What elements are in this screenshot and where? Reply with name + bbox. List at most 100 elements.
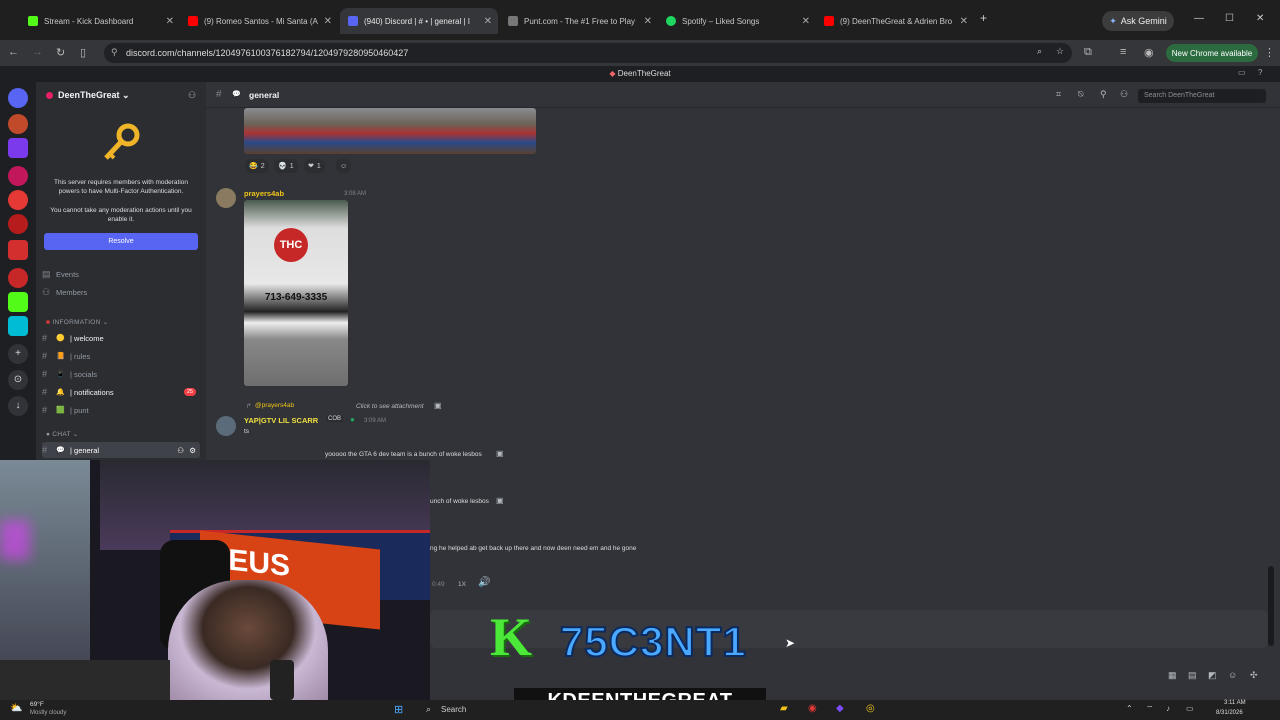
channel-welcome[interactable]: # 🟡 | welcome	[42, 330, 200, 346]
username[interactable]: prayers4ab	[244, 189, 284, 198]
threads-icon[interactable]: ⌗	[1056, 89, 1061, 100]
search-input[interactable]: Search DeenTheGreat	[1138, 89, 1266, 103]
url-bar[interactable]: ⚲ discord.com/channels/12049761003761827…	[104, 43, 1072, 63]
gif-icon[interactable]: ▤	[1188, 670, 1197, 681]
taskbar-search[interactable]: Search	[441, 705, 466, 714]
tab-youtube-deen[interactable]: (9) DeenTheGreat & Adrien Bro ✕	[816, 8, 974, 34]
tab-kick-dashboard[interactable]: Stream - Kick Dashboard ✕	[20, 8, 180, 34]
chrome-icon[interactable]: ◉	[808, 703, 817, 714]
close-icon[interactable]: ✕	[802, 16, 810, 27]
channel-socials[interactable]: # 📱 | socials	[42, 366, 200, 382]
add-reaction-button[interactable]: ☺	[336, 159, 352, 173]
add-server-icon[interactable]: +	[8, 344, 28, 364]
bookmark-star-icon[interactable]: ☆	[1056, 46, 1064, 57]
gear-icon[interactable]: ⚙	[189, 446, 196, 455]
clock-date[interactable]: 8/31/2026	[1216, 710, 1243, 716]
tab-youtube-romeo[interactable]: (9) Romeo Santos - Mi Santa (A ✕	[180, 8, 338, 34]
app-icon[interactable]: ◎	[866, 703, 875, 714]
image-attachment[interactable]	[244, 108, 536, 154]
extensions-icon[interactable]: ⧉	[1084, 46, 1092, 59]
explore-icon[interactable]: ⊙	[8, 370, 28, 390]
member-list-icon[interactable]: ⚇	[1120, 89, 1128, 100]
apps-icon[interactable]: ✣	[1250, 670, 1258, 681]
add-member-icon[interactable]: ⚇	[188, 90, 196, 101]
new-chrome-available-button[interactable]: New Chrome available	[1166, 44, 1258, 62]
server-icon[interactable]	[8, 240, 28, 260]
back-icon[interactable]: ←	[8, 46, 19, 58]
battery-icon[interactable]: ▭	[1186, 704, 1194, 713]
file-explorer-icon[interactable]: ▰	[780, 703, 788, 714]
reaction[interactable]: 💀 1	[274, 159, 298, 173]
scrollbar[interactable]	[1268, 566, 1274, 646]
category-information[interactable]: ■ INFORMATION ⌄	[46, 318, 109, 326]
close-icon[interactable]: ✕	[644, 16, 652, 27]
server-icon[interactable]	[8, 114, 28, 134]
avatar[interactable]	[216, 416, 236, 436]
download-icon[interactable]: ↓	[8, 396, 28, 416]
site-info-icon[interactable]: ⚲	[111, 47, 118, 58]
tab-label: Punt.com - The #1 Free to Play	[524, 16, 636, 26]
server-icon[interactable]	[8, 138, 28, 158]
minimize-icon[interactable]: —	[1194, 13, 1204, 24]
media-icon[interactable]: ≡	[1120, 46, 1126, 58]
channel-notifications[interactable]: # 🔔 | notifications 25	[42, 384, 200, 400]
image-attachment[interactable]: THC 713-649-3335	[244, 200, 348, 386]
server-icon[interactable]	[8, 214, 28, 234]
reply-username[interactable]: @prayers4ab	[255, 402, 294, 409]
new-tab-icon[interactable]: +	[980, 11, 987, 25]
server-icon[interactable]	[8, 166, 28, 186]
sticker-icon[interactable]: ◩	[1208, 670, 1217, 681]
close-icon[interactable]: ✕	[484, 16, 492, 27]
close-icon[interactable]: ✕	[166, 16, 174, 27]
inbox-icon[interactable]: ▭	[1238, 68, 1246, 77]
emoji-icon[interactable]: ☺	[1228, 670, 1237, 680]
app-icon[interactable]: ◆	[836, 703, 844, 714]
clock-time[interactable]: 3:11 AM	[1224, 700, 1246, 706]
nav-events[interactable]: ▤ Events	[42, 266, 200, 282]
maximize-icon[interactable]: ☐	[1225, 13, 1234, 24]
ask-gemini-button[interactable]: ✦ Ask Gemini	[1102, 11, 1174, 31]
reaction[interactable]: ❤ 1	[304, 159, 325, 173]
resolve-button[interactable]: Resolve	[44, 233, 198, 250]
windows-start-icon[interactable]: ⊞	[394, 703, 403, 716]
playback-speed[interactable]: 1X	[458, 581, 466, 588]
tab-punt[interactable]: Punt.com - The #1 Free to Play ✕	[500, 8, 658, 34]
invite-icon[interactable]: ⚇	[177, 446, 184, 455]
volume-icon[interactable]: 🔊	[478, 577, 490, 588]
help-icon[interactable]: ?	[1258, 68, 1262, 77]
tab-spotify[interactable]: Spotify – Liked Songs ✕	[658, 8, 816, 34]
message-input[interactable]	[430, 610, 1268, 648]
channel-punt[interactable]: # 🟩 | punt	[42, 402, 200, 418]
server-icon[interactable]	[8, 88, 28, 108]
speaker-icon[interactable]: ♪	[1166, 704, 1170, 713]
server-icon[interactable]	[8, 190, 28, 210]
side-panel-icon[interactable]: ▯	[80, 46, 86, 59]
channel-general[interactable]: # 💬 | general ⚇ ⚙	[42, 442, 200, 458]
avatar[interactable]	[216, 188, 236, 208]
server-icon[interactable]	[8, 268, 28, 288]
category-chat[interactable]: ● CHAT ⌄	[46, 430, 79, 438]
tray-chevron-icon[interactable]: ⌃	[1126, 704, 1133, 713]
close-icon[interactable]: ✕	[324, 16, 332, 27]
tab-discord[interactable]: (940) Discord | # • | general | I ✕	[340, 8, 498, 34]
profile-icon[interactable]: ◉	[1144, 46, 1154, 59]
close-window-icon[interactable]: ✕	[1256, 13, 1264, 24]
weather-temp[interactable]: 69°F	[30, 701, 44, 708]
gift-icon[interactable]: ▦	[1168, 670, 1177, 681]
channel-rules[interactable]: # 📙 | rules	[42, 348, 200, 364]
pin-icon[interactable]: ⚲	[1100, 89, 1107, 100]
reload-icon[interactable]: ↻	[56, 46, 65, 59]
forward-icon[interactable]: →	[32, 46, 43, 58]
nav-members[interactable]: ⚇ Members	[42, 284, 200, 300]
zoom-search-icon[interactable]: ⌕	[1037, 46, 1042, 57]
reply-preview[interactable]: Click to see attachment	[356, 403, 424, 410]
server-icon[interactable]	[8, 292, 28, 312]
mute-bell-icon[interactable]: ⍉	[1078, 89, 1083, 100]
reaction[interactable]: 😂 2	[245, 159, 269, 173]
menu-icon[interactable]: ⋮	[1264, 46, 1275, 59]
close-icon[interactable]: ✕	[960, 16, 968, 27]
wifi-icon[interactable]: ⌔	[1146, 704, 1154, 714]
username[interactable]: YAP|GTV LIL SCARR	[244, 416, 318, 425]
server-header[interactable]: DeenTheGreat ⌄	[36, 82, 206, 108]
server-icon[interactable]	[8, 316, 28, 336]
